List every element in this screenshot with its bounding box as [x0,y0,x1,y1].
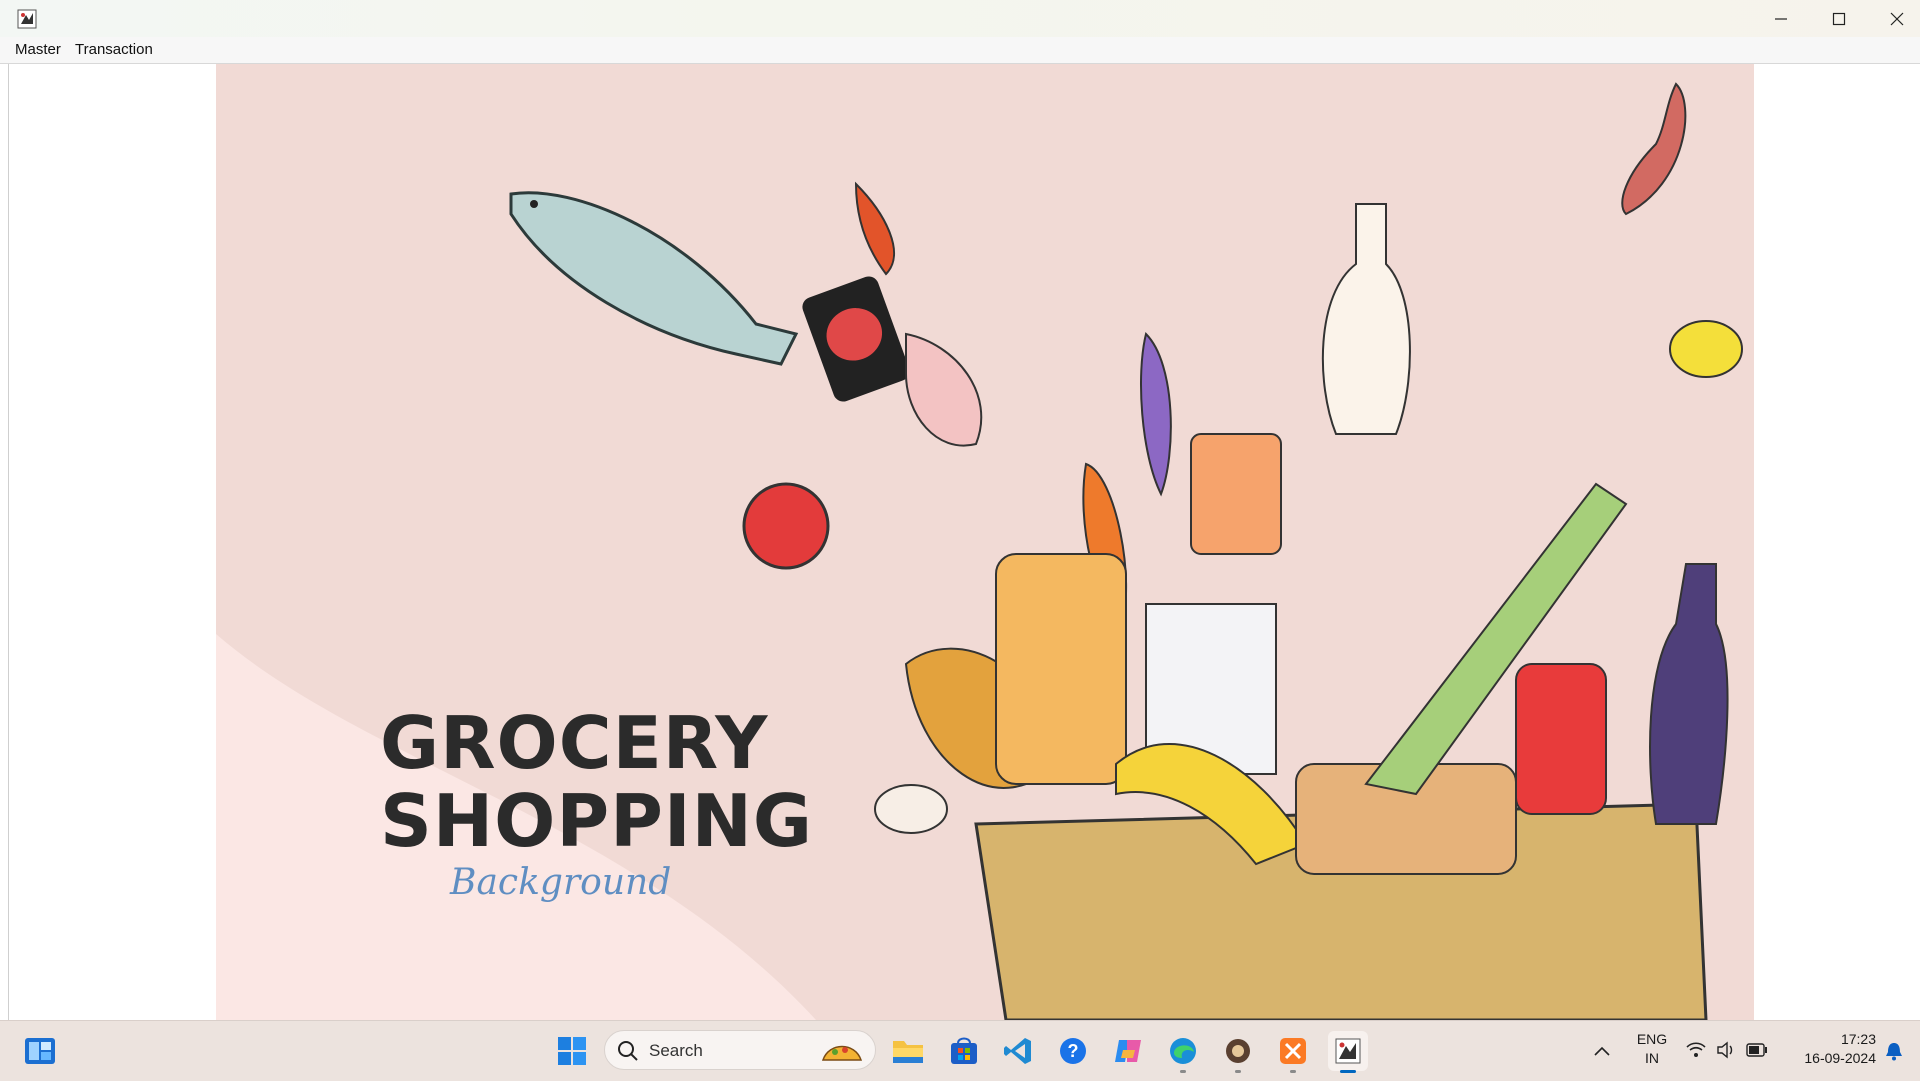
clock-date: 16-09-2024 [1804,1050,1876,1066]
taco-search-highlight-icon [821,1045,863,1061]
window-titlebar[interactable] [0,0,1920,37]
xampp-running-indicator [1290,1070,1296,1073]
battery-icon [1746,1043,1767,1057]
taskbar-java-app[interactable] [1328,1031,1368,1073]
can-illustration [802,276,910,402]
taskbar-search[interactable]: Search [604,1030,876,1070]
widgets-button[interactable] [20,1031,60,1071]
bell-icon [1886,1043,1902,1061]
volume-icon [1717,1041,1733,1059]
menu-bar: Master Transaction [0,37,1920,64]
show-hidden-icons-button[interactable] [1582,1031,1622,1071]
clock[interactable]: 17:23 16-09-2024 [1780,1029,1876,1073]
maximize-button[interactable] [1810,0,1868,37]
clock-time: 17:23 [1840,1031,1876,1047]
close-icon [1890,12,1904,25]
taskbar-file-explorer[interactable] [888,1031,928,1071]
quick-settings-button[interactable] [1684,1037,1774,1065]
poster-subtitle: Background [450,862,672,903]
search-icon [618,1041,638,1061]
start-button[interactable] [552,1031,592,1071]
edge-icon [1170,1038,1196,1064]
taskbar-help[interactable]: ? [1053,1031,1093,1071]
widgets-icon [25,1038,55,1064]
taskbar-edge[interactable] [1163,1031,1203,1073]
app-icon [1226,1039,1250,1063]
help-icon: ? [1060,1038,1086,1064]
microsoft-store-icon [951,1037,977,1064]
wifi-icon [1686,1042,1706,1057]
region-text: IN [1645,1050,1659,1066]
app-running-indicator [1235,1070,1241,1073]
chevron-up-icon [1594,1046,1610,1056]
copilot-icon [1115,1040,1141,1062]
svg-text:?: ? [1068,1041,1079,1061]
minimize-button[interactable] [1752,0,1810,37]
java-app-active-indicator [1340,1070,1356,1073]
menu-master[interactable]: Master [12,41,64,58]
search-placeholder: Search [649,1041,703,1060]
language-indicator[interactable]: ENG IN [1628,1029,1676,1073]
java-app-icon [1335,1038,1361,1064]
edge-running-indicator [1180,1070,1186,1073]
menu-transaction[interactable]: Transaction [72,41,156,58]
notifications-button[interactable] [1876,1031,1912,1071]
fish-illustration [509,191,799,366]
vscode-icon [1004,1038,1031,1064]
grocery-illustration [216,82,1743,1020]
taskbar-app[interactable] [1218,1031,1258,1073]
file-explorer-icon [893,1041,923,1063]
xampp-icon [1280,1038,1306,1064]
poster-title-line2: SHOPPING [380,779,814,863]
poster-title: GROCERY SHOPPING [380,704,813,860]
grocery-background-image: GROCERY SHOPPING Background [216,64,1754,1020]
taskbar: Search ? ENG IN 17:23 16-09-2024 [0,1020,1920,1081]
java-app-icon [17,9,37,29]
taskbar-xampp[interactable] [1273,1031,1313,1073]
taskbar-vscode[interactable] [998,1031,1038,1071]
windows-start-icon [558,1037,586,1065]
poster-title-line1: GROCERY [380,701,769,785]
close-button[interactable] [1868,0,1920,37]
maximize-icon [1832,12,1846,25]
language-text: ENG [1636,1031,1668,1047]
minimize-icon [1775,17,1787,20]
taskbar-copilot[interactable] [1108,1031,1148,1071]
taskbar-store[interactable] [944,1031,984,1071]
